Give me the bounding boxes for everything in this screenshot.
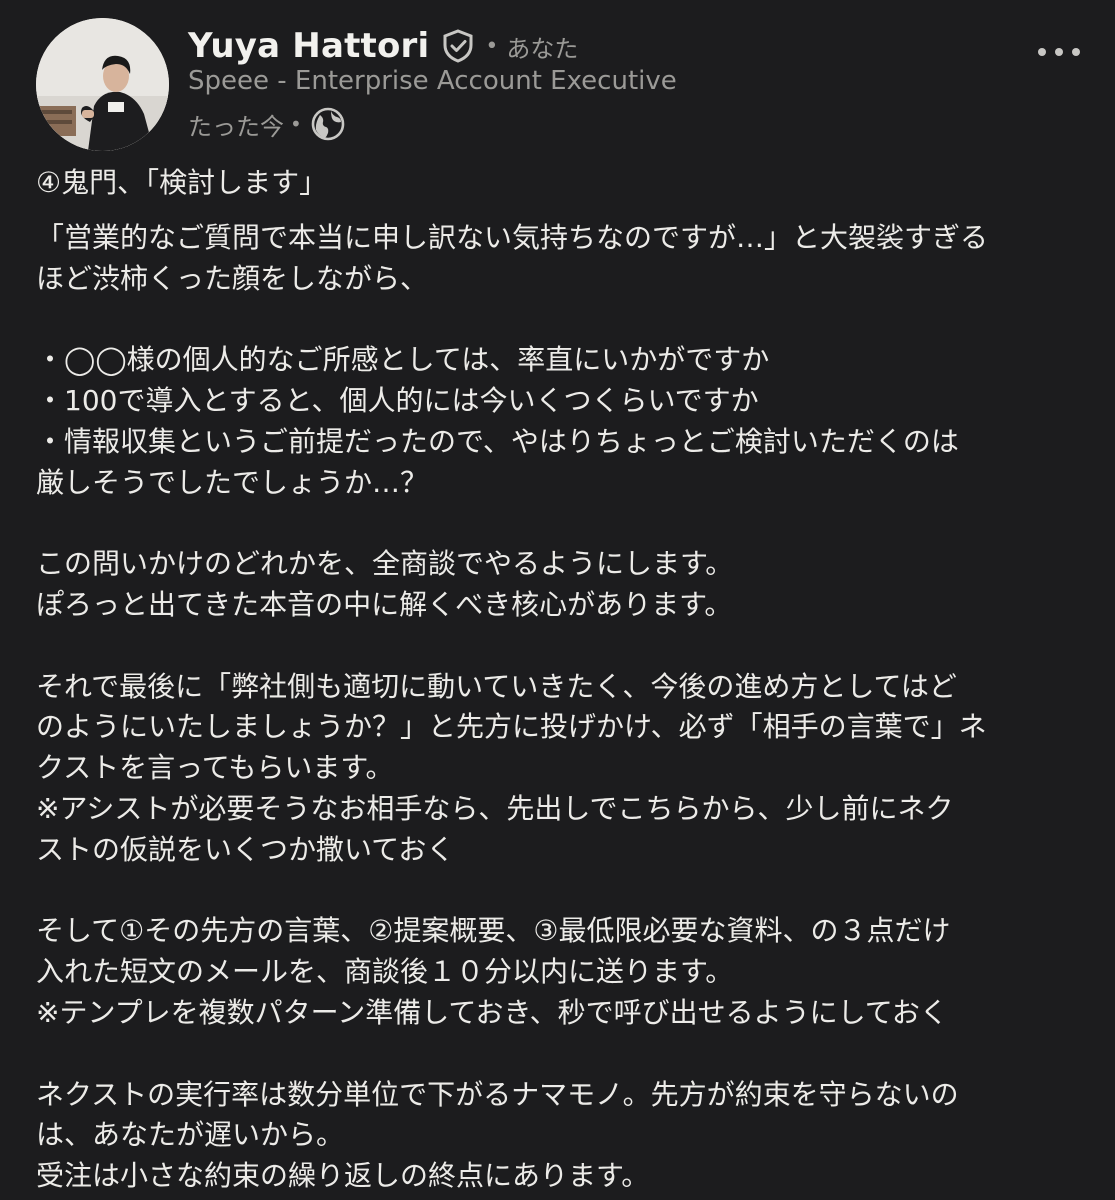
post-line: それで最後に「弊社側も適切に動いていきたく、今後の進め方としてはど xyxy=(36,669,957,703)
post-timestamp: たった今 xyxy=(188,112,284,141)
post-line: ほど渋柿くった顔をしながら、 xyxy=(36,261,429,295)
more-dot xyxy=(1038,48,1046,56)
more-dot xyxy=(1055,48,1063,56)
more-horizontal-icon[interactable] xyxy=(1038,40,1080,64)
author-headline: Speee - Enterprise Account Executive xyxy=(188,66,677,96)
separator-dot: • xyxy=(485,33,499,59)
post-line: ※テンプレを複数パターン準備しておき、秒で呼び出せるようにしておく xyxy=(36,995,948,1029)
post-line: そして①その先方の言葉、②提案概要、③最低限必要な資料、の３点だけ xyxy=(36,914,951,948)
post-line: は、あなたが遅いから。 xyxy=(36,1118,345,1152)
post-meta: たった今 • xyxy=(188,104,346,144)
globe-icon xyxy=(310,106,346,142)
post-line: ぽろっと出てきた本音の中に解くべき核心があります。 xyxy=(36,587,733,621)
post-body: ④鬼門、「検討します」 「営業的なご質問で本当に申し訳ない気持ちなのですが…」と… xyxy=(36,163,1086,1197)
post-line: 受注は小さな約束の繰り返しの終点にあります。 xyxy=(36,1159,650,1193)
post-line: のようにいたしましょうか？」と先方に投げかけ、必ず「相手の言葉で」ネ xyxy=(36,710,987,744)
post-line: ストの仮説をいくつか撒いておく xyxy=(36,832,455,866)
author-name-row: Yuya Hattori • あなた xyxy=(188,22,578,70)
post-line: ・100で導入とすると、個人的には今いくつくらいですか xyxy=(36,383,759,417)
post-card: Yuya Hattori • あなた Speee - Enterprise Ac… xyxy=(0,0,1115,1200)
verified-shield-icon xyxy=(441,29,475,63)
post-line: 厳しそうでしたでしょうか…？ xyxy=(36,465,429,499)
post-line: ※アシストが必要そうなお相手なら、先出しでこちらから、少し前にネク xyxy=(36,791,954,825)
relation-label: あなた xyxy=(506,34,579,63)
post-line: ネクストの実行率は数分単位で下がるナマモノ。先方が約束を守らないの xyxy=(36,1077,959,1111)
post-line: 「営業的なご質問で本当に申し訳ない気持ちなのですが…」と大袈裟すぎる xyxy=(36,220,989,254)
post-line: 入れた短文のメールを、商談後１０分以内に送ります。 xyxy=(36,955,734,989)
separator-dot: • xyxy=(290,112,302,136)
post-section-title: ④鬼門、「検討します」 xyxy=(36,166,328,199)
author-avatar[interactable] xyxy=(36,18,169,151)
post-line: ・◯◯様の個人的なご所感としては、率直にいかがですか xyxy=(36,343,770,377)
more-dot xyxy=(1072,48,1080,56)
author-name[interactable]: Yuya Hattori xyxy=(188,26,429,66)
post-line: ・情報収集というご前提だったので、やはりちょっとご検討いただくのは xyxy=(36,424,959,458)
post-line: この問いかけのどれかを、全商談でやるようにします。 xyxy=(36,547,734,581)
post-line: クストを言ってもらいます。 xyxy=(36,751,394,785)
